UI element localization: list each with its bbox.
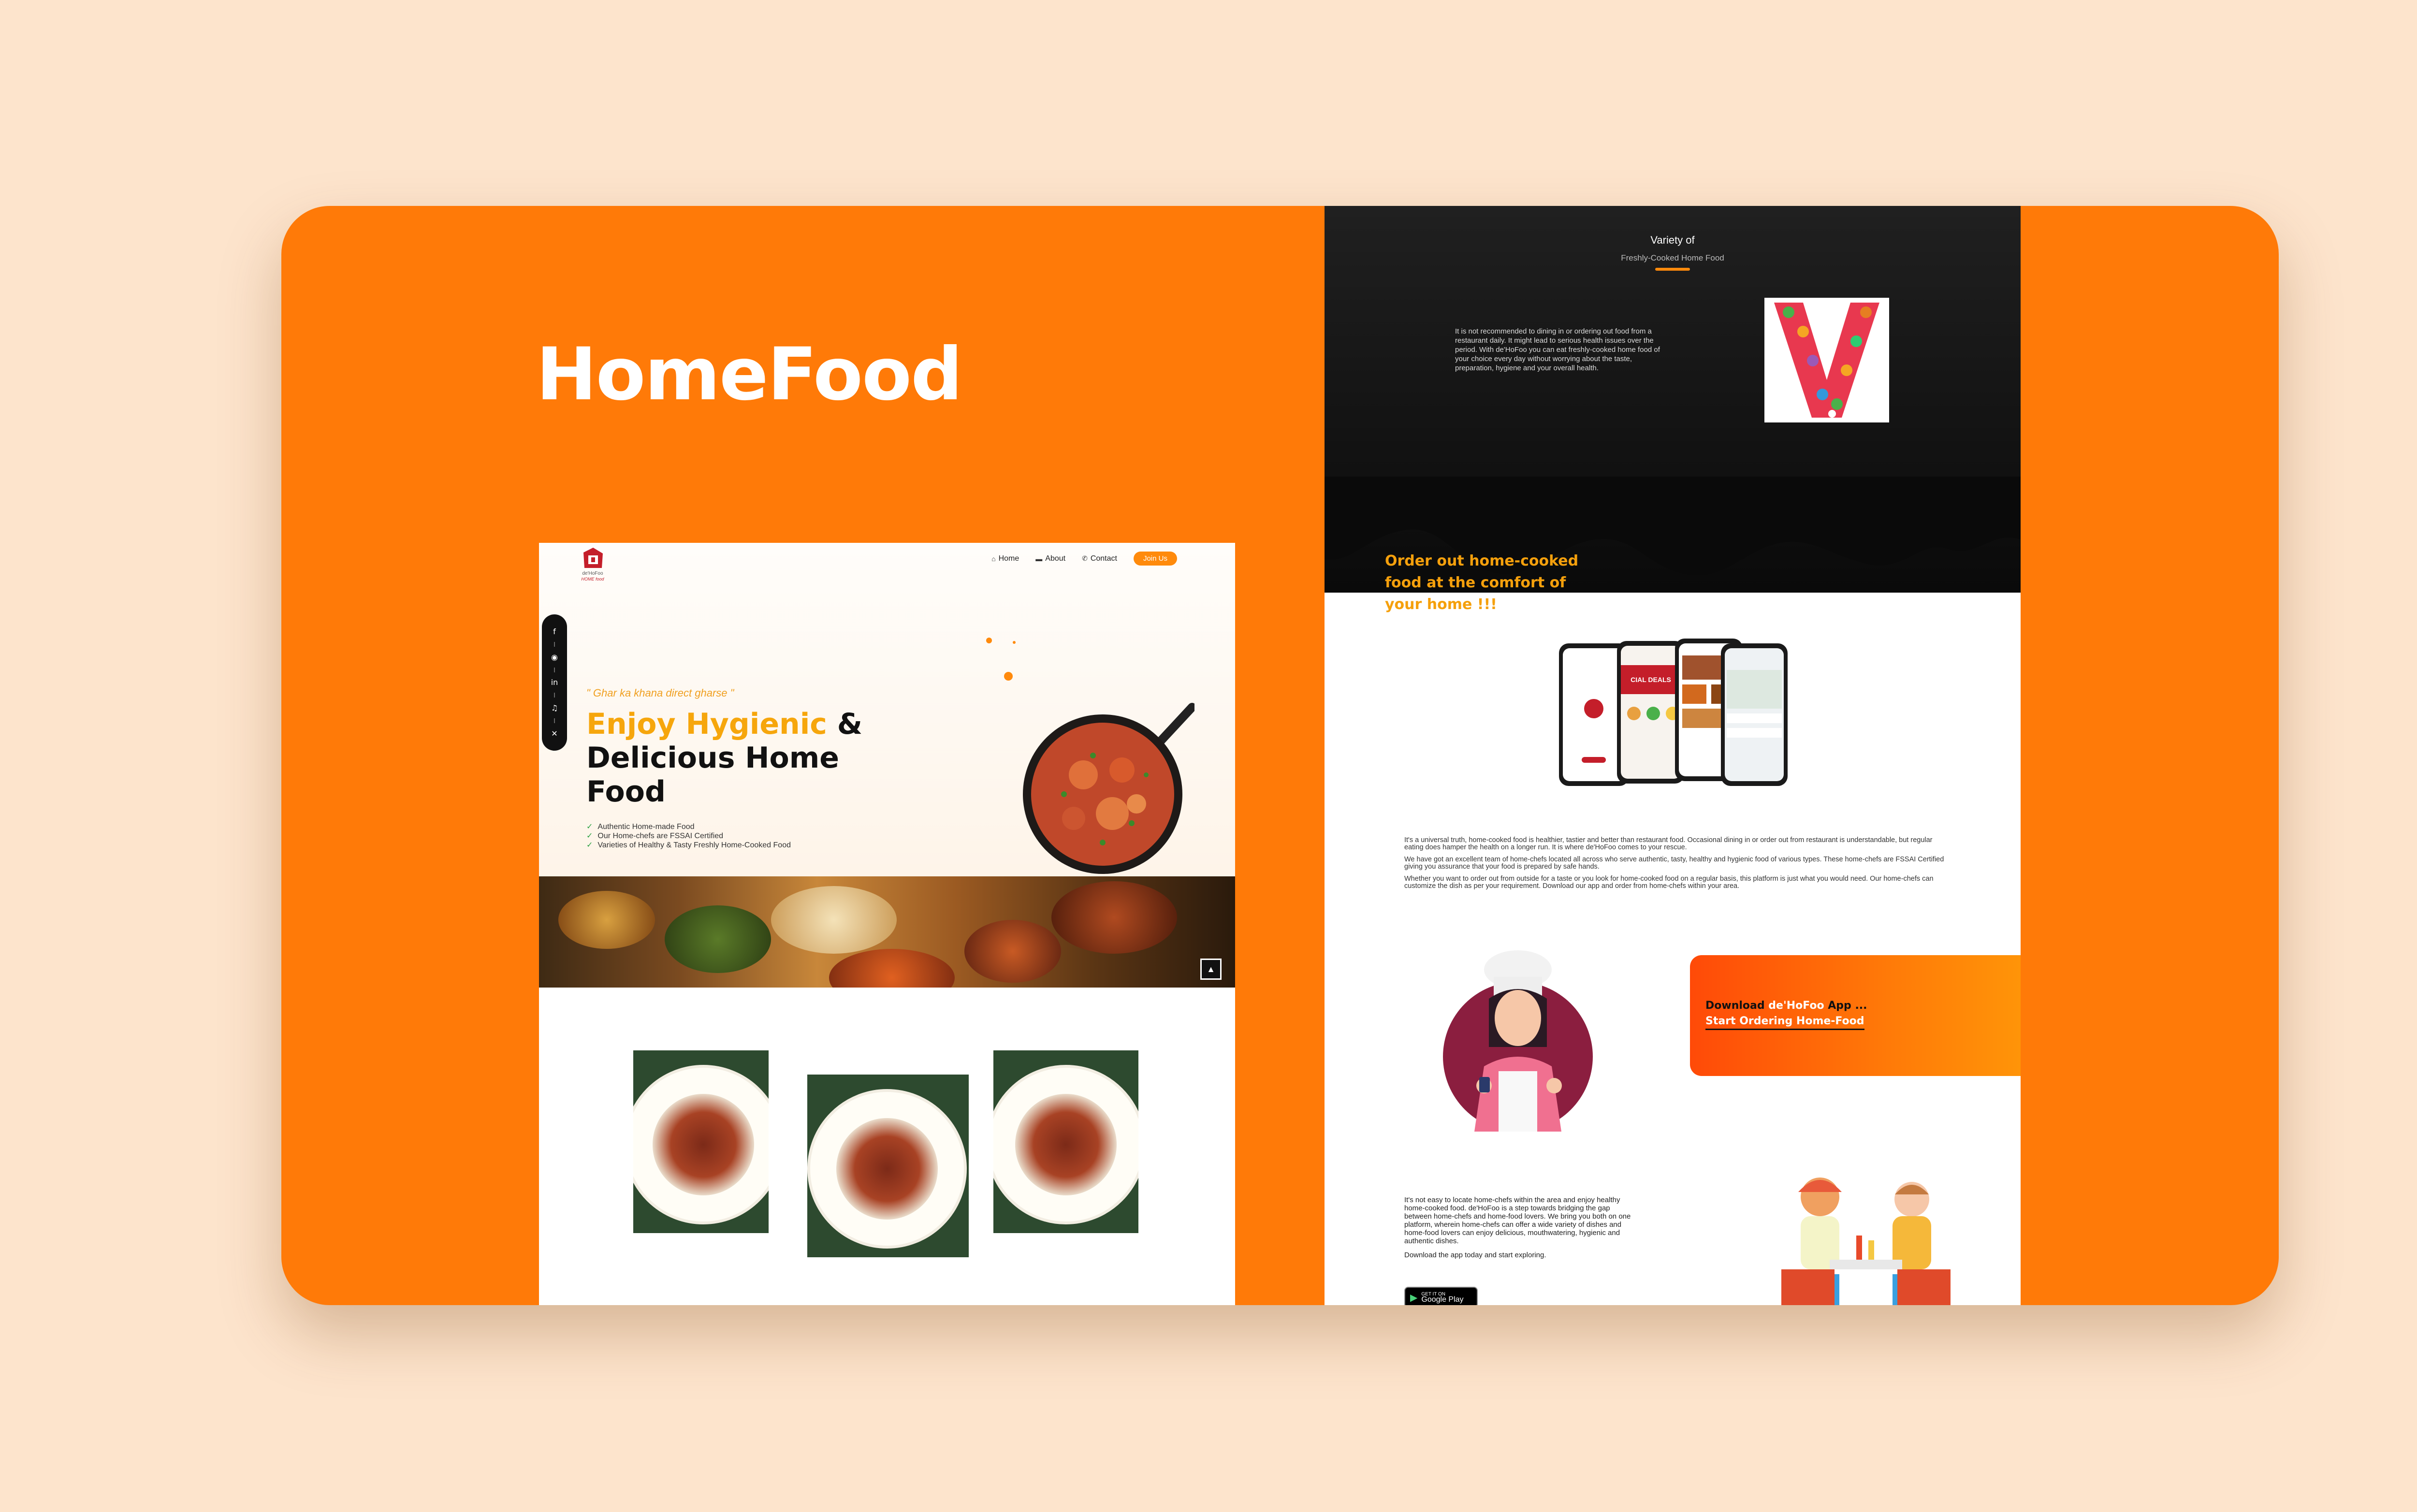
hero-tagline: " Ghar ka khana direct gharse ": [586, 687, 734, 699]
feature-item: ✓ Authentic Home-made Food: [586, 822, 791, 831]
food-v-graphic: [1764, 298, 1889, 422]
nav-home-label: Home: [998, 554, 1019, 563]
thali-banner-image: [539, 876, 1235, 988]
bowl: [558, 891, 655, 949]
feature-list: ✓ Authentic Home-made Food ✓ Our Home-chef…: [586, 822, 791, 850]
intro-paragraph: We have got an excellent team of home-ch…: [1404, 856, 1944, 871]
divider: [554, 718, 555, 724]
feature-text: Our Home-chefs are FSSAI Certified: [597, 832, 724, 840]
dish-card[interactable]: [807, 1075, 969, 1257]
phone-screen-banner: CIAL DEALS: [1631, 676, 1671, 683]
headline-accent: Enjoy Hygienic: [586, 707, 827, 741]
headline-amp: &: [837, 707, 863, 741]
dining-illustration: [1781, 1178, 1951, 1305]
bowl: [829, 949, 955, 988]
nav-home[interactable]: ⌂ Home: [991, 554, 1019, 563]
nav-contact-label: Contact: [1090, 554, 1117, 563]
chef-illustration: [1443, 950, 1593, 1132]
bowl: [771, 886, 897, 954]
dish-card[interactable]: [993, 1050, 1138, 1233]
feature-text: Authentic Home-made Food: [597, 823, 695, 831]
social-sidebar: f ◉ in ♫ ✕: [542, 614, 567, 751]
divider: [554, 641, 555, 647]
bowl: [964, 920, 1061, 983]
headline-rest: Delicious Home Food: [586, 741, 839, 809]
brand-logo[interactable]: de'HoFoo HOME food: [577, 548, 609, 591]
download-note: Download the app today and start explori…: [1404, 1251, 1546, 1259]
bowl: [1051, 881, 1177, 954]
download-cta[interactable]: Start Ordering Home-Food: [1705, 1015, 1864, 1030]
variety-paragraph: It is not recommended to dining in or or…: [1455, 327, 1660, 372]
download-suffix: App ...: [1828, 1000, 1867, 1012]
dish-food: [836, 1118, 938, 1220]
home-icon: ⌂: [991, 554, 996, 563]
decor-dot: [1004, 672, 1013, 681]
phone-icon: ✆: [1082, 554, 1088, 562]
logo-brand-text: de'HoFoo: [582, 571, 603, 576]
dish-food: [653, 1094, 754, 1195]
intro-paragraph: It's a universal truth, home-cooked food…: [1404, 836, 1933, 851]
project-card: HomeFood de'HoFoo HOME food ⌂ Home ▬ Abo…: [281, 206, 2279, 1305]
x-icon[interactable]: ✕: [551, 729, 557, 738]
app-screens-image: CIAL DEALS: [1559, 639, 1788, 786]
facebook-icon[interactable]: f: [553, 627, 556, 636]
linkedin-icon[interactable]: in: [551, 678, 558, 687]
check-icon: ✓: [586, 823, 593, 831]
download-brand: de'HoFoo: [1768, 1000, 1824, 1012]
divider: [554, 693, 555, 698]
google-play-label: GET IT ON Google Play: [1421, 1292, 1464, 1304]
nav-about-label: About: [1045, 554, 1066, 563]
decor-dot: [986, 638, 992, 643]
download-prefix: Download: [1705, 1000, 1765, 1012]
scroll-top-button[interactable]: ▲: [1200, 959, 1222, 980]
title-underline: [1655, 268, 1690, 271]
nav-contact[interactable]: ✆ Contact: [1082, 554, 1117, 563]
feature-item: ✓ Varieties of Healthy & Tasty Freshly Ho…: [586, 841, 791, 850]
website-mockup-home: de'HoFoo HOME food ⌂ Home ▬ About ✆ Cont…: [539, 543, 1235, 1305]
feature-item: ✓ Our Home-chefs are FSSAI Certified: [586, 831, 791, 841]
download-line1: Download de'HoFoo App ...: [1705, 1000, 1867, 1012]
locate-section-text: It's not easy to locate home-chefs withi…: [1404, 1196, 1631, 1265]
hero-headline: Enjoy Hygienic & Delicious Home Food: [586, 707, 905, 809]
download-app-banner[interactable]: Download de'HoFoo App ... Start Ordering…: [1690, 955, 2021, 1076]
tiktok-icon[interactable]: ♫: [551, 703, 558, 712]
order-heading: Order out home-cooked food at the comfor…: [1385, 552, 1579, 613]
feature-text: Varieties of Healthy & Tasty Freshly Hom…: [597, 841, 791, 849]
decor-dot: [1013, 641, 1016, 644]
check-icon: ✓: [586, 832, 593, 840]
join-us-button[interactable]: Join Us: [1133, 552, 1177, 566]
variety-subtitle: Freshly-Cooked Home Food: [1621, 253, 1724, 262]
intro-paragraph: Whether you want to order out from outsi…: [1404, 875, 1934, 890]
instagram-icon[interactable]: ◉: [551, 653, 558, 662]
main-nav: ⌂ Home ▬ About ✆ Contact Join Us: [991, 552, 1177, 566]
google-play-icon: ▶: [1410, 1292, 1418, 1303]
variety-title: Variety of: [1650, 234, 1695, 246]
play-badge-store: Google Play: [1421, 1295, 1464, 1304]
curry-pan-image: [1023, 703, 1194, 874]
divider: [554, 667, 555, 672]
locate-paragraph: It's not easy to locate home-chefs withi…: [1404, 1196, 1631, 1245]
check-icon: ✓: [586, 841, 593, 849]
bowl: [665, 905, 771, 973]
logo-sub-text: HOME food: [581, 577, 604, 582]
about-icon: ▬: [1035, 554, 1043, 563]
project-title: HomeFood: [536, 333, 962, 417]
dish-card[interactable]: [633, 1050, 769, 1233]
dish-food: [1015, 1094, 1117, 1195]
intro-paragraphs: It's a universal truth, home-cooked food…: [1404, 837, 1951, 895]
hero-section: de'HoFoo HOME food ⌂ Home ▬ About ✆ Cont…: [539, 543, 1235, 988]
website-mockup-about: Variety of Freshly-Cooked Home Food It i…: [1325, 206, 2021, 1305]
google-play-button[interactable]: ▶ GET IT ON Google Play: [1404, 1287, 1478, 1305]
nav-about[interactable]: ▬ About: [1035, 554, 1065, 563]
